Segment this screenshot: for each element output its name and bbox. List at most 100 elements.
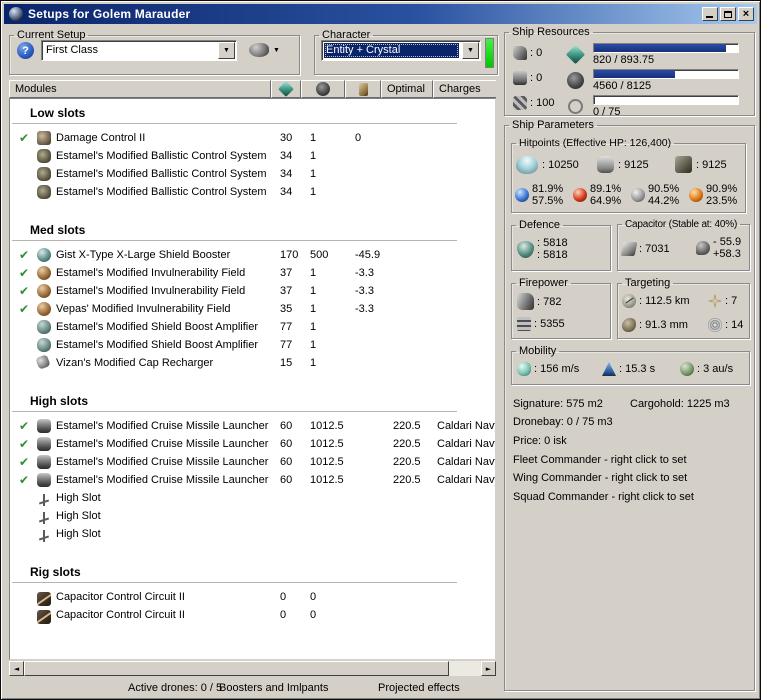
module-cap-use (355, 507, 391, 525)
character-combobox-arrow[interactable]: ▼ (462, 42, 479, 59)
optimal-column-header[interactable]: Optimal (381, 80, 433, 98)
powergrid-column-header[interactable] (301, 80, 345, 98)
module-charge (437, 336, 495, 354)
powergrid-icon (567, 72, 584, 89)
capacitor-label: Capacitor (Stable at: 40%) (625, 219, 738, 230)
module-row[interactable]: Estamel's Modified Shield Boost Amplifie… (10, 318, 495, 336)
missile-launcher-icon (37, 455, 51, 469)
fitted-check-icon (19, 336, 35, 354)
module-row[interactable]: ✔ Estamel's Modified Cruise Missile Laun… (10, 471, 495, 489)
scroll-right-button[interactable]: ► (481, 661, 496, 676)
firepower-label: Firepower (519, 277, 568, 289)
calibration-bar-text: 0 / 75 (593, 106, 621, 118)
modules-column-header[interactable]: Modules (9, 80, 271, 98)
damage-control-icon (37, 131, 51, 145)
wing-commander-slot[interactable]: Wing Commander - right click to set (513, 472, 687, 484)
module-row[interactable]: ✔ Estamel's Modified Cruise Missile Laun… (10, 435, 495, 453)
module-row[interactable]: ✔ Estamel's Modified Cruise Missile Laun… (10, 453, 495, 471)
module-name: Estamel's Modified Cruise Missile Launch… (56, 456, 269, 468)
rig-points-value: : 100 (530, 97, 555, 109)
fitted-check-icon: ✔ (19, 455, 30, 469)
modules-hscrollbar[interactable]: ◄ ► (9, 661, 496, 676)
close-button[interactable]: × (738, 7, 754, 21)
ship-parameters-group: Ship Parameters Hitpoints (Effective HP:… (504, 119, 755, 691)
module-cpu: 60 (280, 420, 293, 432)
em-resist-icon (515, 188, 529, 202)
tab-projected-effects[interactable]: Projected effects (378, 682, 460, 694)
module-name: Estamel's Modified Cruise Missile Launch… (56, 474, 269, 486)
structure-hp-value: : 9125 (696, 158, 727, 171)
thermal-shield-resist: 89.1% (590, 183, 622, 195)
modules-header: Modules Optimal Charges (9, 80, 496, 98)
module-cap-use (355, 588, 391, 606)
fitted-check-icon (19, 507, 35, 525)
character-combobox[interactable]: Entity + Crystal ▼ (321, 40, 481, 61)
module-optimal (393, 246, 435, 264)
module-cpu (280, 525, 308, 543)
section-rows: ✔ Estamel's Modified Cruise Missile Laun… (10, 417, 495, 543)
module-row[interactable]: Estamel's Modified Ballistic Control Sys… (10, 147, 495, 165)
module-row[interactable]: Estamel's Modified Ballistic Control Sys… (10, 165, 495, 183)
tab-boosters-implants[interactable]: Boosters and Imlpants (219, 682, 328, 694)
ballistic-control-icon (37, 185, 51, 199)
module-row[interactable]: ✔ Estamel's Modified Cruise Missile Laun… (10, 417, 495, 435)
chevron-down-icon: ▼ (223, 47, 230, 54)
module-row[interactable]: ✔ Vepas' Modified Invulnerability Field … (10, 300, 495, 318)
setup-tools-button[interactable]: ▼ (249, 43, 280, 57)
module-row[interactable]: ✔ Gist X-Type X-Large Shield Booster 170… (10, 246, 495, 264)
module-powergrid: 1 (310, 339, 317, 351)
capacitor-column-header[interactable] (345, 80, 381, 98)
scroll-thumb[interactable] (24, 661, 449, 676)
warp-speed-value: : 3 au/s (697, 363, 734, 375)
module-optimal (393, 336, 435, 354)
character-combobox-value: Entity + Crystal (324, 43, 459, 58)
setup-combobox[interactable]: First Class ▼ (41, 40, 237, 61)
scroll-track[interactable] (449, 661, 481, 676)
fitted-check-icon: ✔ (19, 131, 30, 145)
module-row[interactable]: Estamel's Modified Ballistic Control Sys… (10, 183, 495, 201)
module-row[interactable]: Capacitor Control Circuit II 0 0 (10, 606, 495, 625)
title-bar[interactable]: Setups for Golem Marauder × (4, 4, 757, 24)
setup-combobox-value: First Class (46, 44, 98, 56)
hitpoints-group: Hitpoints (Effective HP: 126,400) : 1025… (511, 137, 746, 213)
minimize-button[interactable] (702, 7, 718, 21)
fitted-check-icon (19, 606, 35, 624)
module-charge (437, 606, 495, 624)
module-row[interactable]: ✔ Damage Control II 30 1 0 (10, 129, 495, 147)
module-row[interactable]: High Slot (10, 525, 495, 543)
fitted-check-icon (19, 165, 35, 183)
app-icon (9, 7, 23, 21)
max-velocity-value: : 156 m/s (534, 363, 580, 375)
fitted-check-icon (19, 525, 35, 543)
module-optimal (393, 588, 435, 606)
turret-hardpoint-icon (513, 46, 527, 60)
module-row[interactable]: Vizan's Modified Cap Recharger 15 1 (10, 354, 495, 372)
module-cap-use (355, 453, 391, 471)
cpu-column-header[interactable] (271, 80, 301, 98)
module-row[interactable]: ✔ Estamel's Modified Invulnerability Fie… (10, 264, 495, 282)
setup-combobox-arrow[interactable]: ▼ (218, 42, 235, 59)
help-button[interactable]: ? (17, 42, 34, 59)
align-time-icon (602, 362, 616, 376)
module-row[interactable]: ✔ Estamel's Modified Invulnerability Fie… (10, 282, 495, 300)
module-row[interactable]: Capacitor Control Circuit II 0 0 (10, 588, 495, 607)
module-cap-use (355, 417, 391, 435)
fleet-commander-slot[interactable]: Fleet Commander - right click to set (513, 454, 687, 466)
defence-group: Defence : 5818: 5818 (511, 219, 611, 271)
section-rows: Capacitor Control Circuit II 0 0 Capacit… (10, 588, 495, 625)
module-row[interactable]: Estamel's Modified Shield Boost Amplifie… (10, 336, 495, 354)
launcher-hardpoints-value: : 0 (530, 72, 543, 84)
maximize-button[interactable] (720, 7, 736, 21)
charges-column-header[interactable]: Charges (433, 80, 496, 98)
module-powergrid: 0 (310, 609, 317, 621)
module-row[interactable]: High Slot (10, 489, 495, 507)
module-cap-use (355, 435, 391, 453)
fitted-check-icon: ✔ (19, 419, 30, 433)
module-row[interactable]: High Slot (10, 507, 495, 525)
targeting-range-icon (622, 294, 636, 308)
tab-active-drones[interactable]: Active drones: 0 / 5 (128, 682, 222, 694)
scroll-left-button[interactable]: ◄ (9, 661, 24, 676)
squad-commander-slot[interactable]: Squad Commander - right click to set (513, 491, 694, 503)
fitted-check-icon (19, 354, 35, 372)
module-optimal (393, 354, 435, 372)
